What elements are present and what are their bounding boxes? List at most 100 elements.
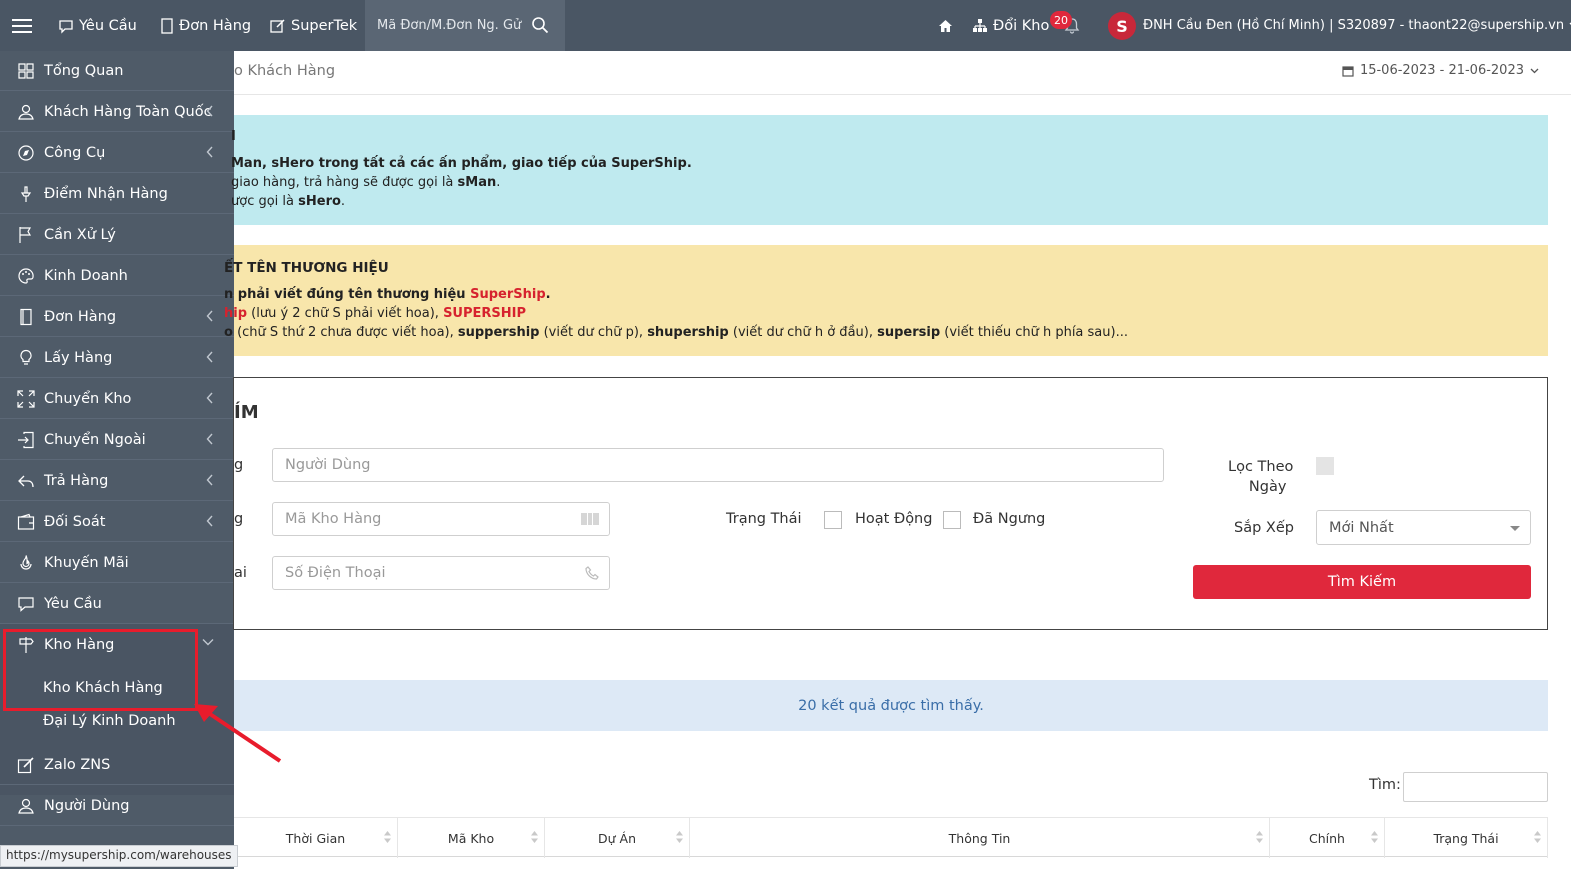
column-header-label: Thời Gian	[285, 830, 346, 846]
filter-date-checkbox[interactable]	[1316, 457, 1334, 475]
account-label: ĐNH Cầu Đen (Hồ Chí Minh) | S320897 - th…	[1143, 18, 1565, 33]
column-header-ma-kho[interactable]: Mã Kho	[398, 818, 545, 858]
sidebar-item-diem-nhan-hang[interactable]: Điểm Nhận Hàng	[0, 174, 234, 214]
sidebar-item-doi-soat[interactable]: Đối Soát	[0, 502, 234, 542]
search-panel: ÍM g Người Dùng g Mã Kho Hàng ai Số Điện…	[233, 377, 1548, 630]
signpost-icon	[19, 637, 34, 653]
avatar[interactable]: S	[1108, 12, 1136, 40]
nav-yeu-cau[interactable]: Yêu Cầu	[58, 0, 137, 51]
phone-label: ai	[234, 565, 247, 581]
chevron-left-icon	[206, 474, 213, 486]
search-button[interactable]: Tìm Kiếm	[1193, 565, 1531, 599]
sort-icon	[1256, 831, 1263, 843]
info-line-1: Man, sHero trong tất cả các ấn phẩm, gia…	[231, 156, 692, 171]
sidebar-item-label: Khách Hàng Toàn Quốc	[44, 103, 212, 120]
filter-date-label: Lọc Theo Ngày	[1228, 459, 1294, 495]
barcode-icon	[581, 513, 599, 525]
sidebar-item-chuyen-kho[interactable]: Chuyển Kho	[0, 379, 234, 419]
chat-icon	[59, 19, 73, 34]
sidebar-item-kho-hang[interactable]: Kho Hàng	[0, 625, 234, 665]
warehouse-code-input[interactable]: Mã Kho Hàng	[272, 502, 610, 536]
user-input[interactable]: Người Dùng	[272, 448, 1164, 482]
order-search-placeholder: Mã Đơn/M.Đơn Ng. Gử	[377, 18, 522, 33]
caret-down-icon	[1510, 526, 1520, 531]
sidebar-item-label: Điểm Nhận Hàng	[44, 185, 168, 202]
active-checkbox[interactable]	[824, 511, 842, 529]
sidebar-item-tra-hang[interactable]: Trả Hàng	[0, 461, 234, 501]
chevron-left-icon	[206, 433, 213, 445]
chevron-down-icon	[1530, 68, 1539, 73]
nav-supertek-label: SuperTek	[291, 17, 358, 34]
column-header-label: Dự Án	[598, 830, 636, 846]
sidebar-item-kinh-doanh[interactable]: Kinh Doanh	[0, 256, 234, 296]
order-search-input[interactable]: Mã Đơn/M.Đơn Ng. Gử	[365, 0, 565, 51]
table-filter-input[interactable]	[1403, 772, 1548, 802]
search-panel-title: ÍM	[234, 402, 259, 423]
browser-status-url: https://mysupership.com/warehouses	[0, 845, 238, 867]
chat-icon	[18, 597, 34, 612]
login-icon	[18, 431, 34, 449]
column-header-chinh[interactable]: Chính	[1270, 818, 1385, 858]
warehouse-label: g	[234, 511, 244, 527]
switch-warehouse-label: Đổi Kho	[993, 17, 1050, 34]
edit-icon	[17, 757, 34, 774]
palette-icon	[18, 268, 34, 284]
sidebar-item-yeu-cau[interactable]: Yêu Cầu	[0, 584, 234, 624]
notification-badge: 20	[1050, 11, 1072, 29]
sort-label: Sắp Xếp	[1234, 520, 1294, 536]
brand-warning-alert: ẾT TÊN THƯƠNG HIỆU n phải viết đúng tên …	[224, 245, 1548, 356]
expand-icon	[17, 390, 35, 408]
sort-icon	[1371, 831, 1378, 843]
stopped-checkbox[interactable]	[943, 511, 961, 529]
sort-icon	[1534, 831, 1541, 843]
nav-don-hang-label: Đơn Hàng	[179, 17, 252, 34]
result-count-bar: 20 kết quả được tìm thấy.	[234, 680, 1548, 731]
column-header-du-an[interactable]: Dự Án	[545, 818, 690, 858]
account-menu[interactable]: ĐNH Cầu Đen (Hồ Chí Minh) | S320897 - th…	[1143, 0, 1571, 51]
phone-input[interactable]: Số Điện Thoại	[272, 556, 610, 590]
column-header-thoi-gian[interactable]: Thời Gian	[234, 818, 398, 858]
column-header-label: Chính	[1309, 830, 1345, 846]
column-header-label: Trạng Thái	[1433, 830, 1499, 846]
reply-icon	[18, 475, 34, 488]
switch-warehouse-button[interactable]: Đổi Kho	[972, 0, 1049, 51]
sidebar-item-khach-hang-toan-quoc[interactable]: Khách Hàng Toàn Quốc	[0, 92, 234, 132]
warning-line-1: n phải viết đúng tên thương hiệu SuperSh…	[224, 287, 551, 302]
sidebar-item-nguoi-dung[interactable]: Người Dùng	[0, 786, 234, 826]
sidebar-item-can-xu-ly[interactable]: Cần Xử Lý	[0, 215, 234, 255]
user-icon	[18, 104, 34, 120]
search-icon[interactable]	[531, 16, 549, 34]
nav-yeu-cau-label: Yêu Cầu	[79, 17, 137, 34]
sidebar-item-chuyen-ngoai[interactable]: Chuyển Ngoài	[0, 420, 234, 460]
warning-line-3: o (chữ S thứ 2 chưa được viết hoa), supp…	[224, 325, 1128, 340]
sidebar-item-label: Đối Soát	[44, 513, 106, 530]
table-header: Thời Gian Mã Kho Dự Án Thông Tin Chính T…	[234, 817, 1548, 858]
header-divider	[234, 94, 1571, 95]
document-icon	[161, 17, 173, 34]
column-header-trang-thai[interactable]: Trạng Thái	[1385, 818, 1548, 858]
sidebar-item-khuyen-mai[interactable]: Khuyến Mãi	[0, 543, 234, 583]
column-header-thong-tin[interactable]: Thông Tin	[690, 818, 1270, 858]
column-header-label: Thông Tin	[948, 830, 1011, 846]
sort-icon	[676, 831, 683, 843]
sidebar-item-tong-quan[interactable]: Tổng Quan	[0, 51, 234, 91]
chevron-left-icon	[206, 351, 213, 363]
active-label: Hoạt Động	[855, 511, 933, 527]
sidebar-item-label: Yêu Cầu	[44, 595, 102, 612]
edit-icon	[270, 18, 285, 33]
sidebar-item-label: Trả Hàng	[44, 472, 109, 489]
hamburger-icon[interactable]	[12, 0, 34, 51]
sidebar-item-cong-cu[interactable]: Công Cụ	[0, 133, 234, 173]
home-icon[interactable]	[938, 0, 953, 51]
info-title: I	[231, 129, 236, 144]
date-range-picker[interactable]: 15-06-2023 - 21-06-2023	[1342, 63, 1539, 78]
warehouse-code-placeholder: Mã Kho Hàng	[285, 511, 382, 527]
sidebar-item-lay-hang[interactable]: Lấy Hàng	[0, 338, 234, 378]
sidebar-item-label: Công Cụ	[44, 144, 106, 161]
sidebar-item-don-hang[interactable]: Đơn Hàng	[0, 297, 234, 337]
nav-supertek[interactable]: SuperTek	[270, 0, 357, 51]
compass-icon	[18, 145, 34, 161]
nav-don-hang[interactable]: Đơn Hàng	[160, 0, 251, 51]
sort-select[interactable]: Mới Nhất	[1316, 510, 1531, 545]
sidebar-item-label: Cần Xử Lý	[44, 226, 116, 243]
